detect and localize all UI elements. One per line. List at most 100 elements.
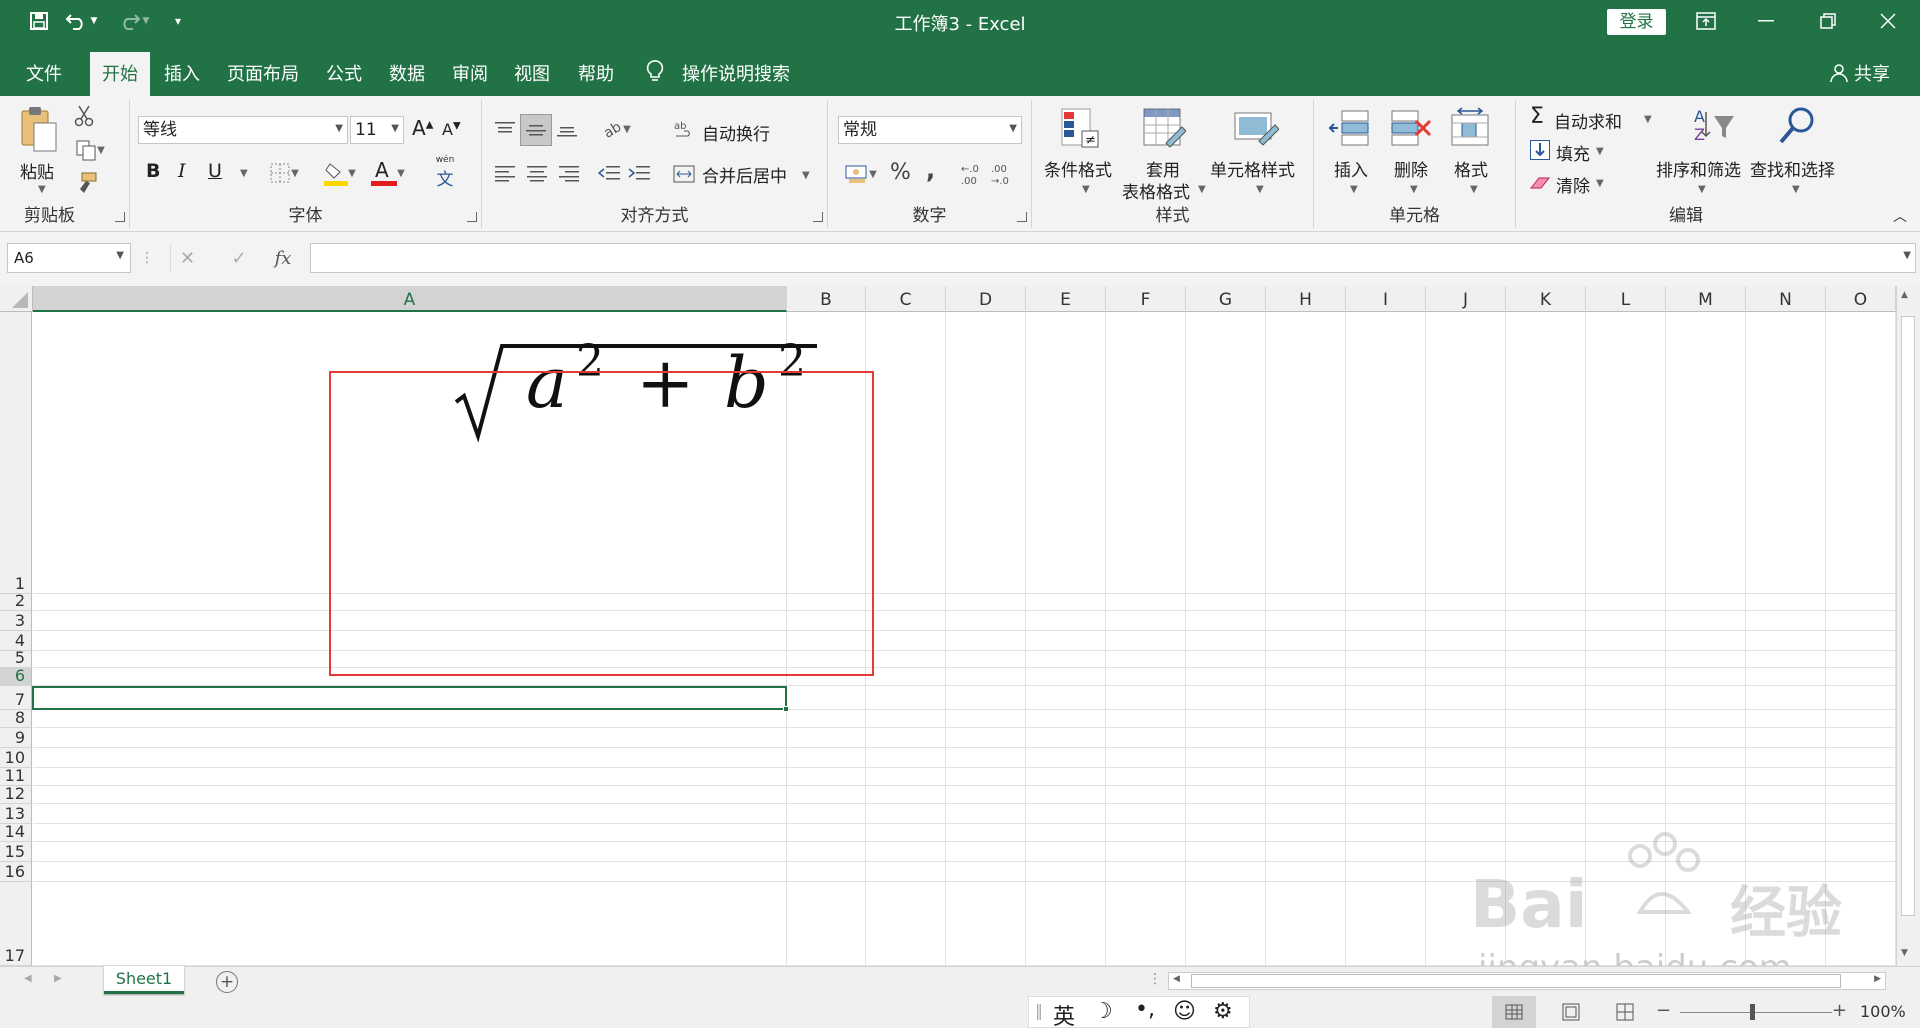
scroll-right-icon[interactable]: ▶: [1874, 974, 1881, 984]
selected-cell-A6[interactable]: [32, 686, 787, 710]
tab-help[interactable]: 帮助: [578, 60, 614, 86]
zoom-in-icon[interactable]: +: [1832, 1000, 1847, 1021]
alignment-launcher-icon[interactable]: [813, 212, 823, 222]
row-header-10[interactable]: 10: [0, 748, 32, 768]
font-color-icon[interactable]: A ▼: [366, 158, 410, 188]
column-header-G[interactable]: G: [1186, 286, 1266, 312]
delete-cells-button[interactable]: 删除: [1394, 156, 1428, 181]
clipboard-launcher-icon[interactable]: [115, 212, 125, 222]
accounting-format-icon[interactable]: ▼: [838, 160, 884, 188]
row-header-12[interactable]: 12: [0, 784, 32, 804]
format-as-table-line2[interactable]: 表格格式: [1122, 178, 1190, 203]
align-right-icon[interactable]: [556, 160, 582, 186]
column-header-B[interactable]: B: [787, 286, 866, 312]
sort-filter-icon[interactable]: AZ: [1688, 104, 1738, 150]
next-sheet-icon[interactable]: ▶: [54, 973, 62, 984]
tab-page-layout[interactable]: 页面布局: [227, 60, 299, 86]
cell-styles-button[interactable]: 单元格样式: [1210, 156, 1295, 181]
scroll-down-icon[interactable]: ▼: [1901, 948, 1908, 958]
align-middle-icon[interactable]: [520, 114, 552, 146]
row-header-14[interactable]: 14: [0, 822, 32, 842]
column-header-C[interactable]: C: [866, 286, 946, 312]
confirm-entry-icon[interactable]: ✓: [222, 244, 256, 272]
format-painter-icon[interactable]: [72, 170, 100, 196]
share-button[interactable]: 共享: [1854, 60, 1890, 86]
column-header-A[interactable]: A: [33, 286, 787, 312]
tab-formulas[interactable]: 公式: [326, 60, 362, 86]
autosum-button[interactable]: 自动求和: [1554, 108, 1622, 133]
scroll-up-icon[interactable]: ▲: [1901, 290, 1908, 300]
row-header-9[interactable]: 9: [0, 728, 32, 748]
decrease-font-button[interactable]: A▼: [442, 120, 461, 139]
zoom-slider[interactable]: [1680, 1012, 1832, 1013]
new-sheet-icon[interactable]: +: [216, 971, 238, 993]
insert-function-icon[interactable]: fx: [268, 244, 298, 272]
normal-view-icon[interactable]: [1492, 996, 1536, 1028]
decrease-decimal-icon[interactable]: .00 →.0: [988, 160, 1016, 188]
row-header-2[interactable]: 2: [0, 591, 32, 611]
conditional-formatting-icon[interactable]: ≠: [1056, 106, 1104, 150]
column-header-I[interactable]: I: [1346, 286, 1426, 312]
ime-language[interactable]: 英: [1053, 999, 1075, 1031]
column-header-L[interactable]: L: [1586, 286, 1666, 312]
cut-icon[interactable]: [72, 104, 96, 128]
restore-icon[interactable]: [1798, 6, 1858, 36]
clear-dropdown-icon[interactable]: ▼: [1596, 178, 1604, 189]
tab-home[interactable]: 开始: [90, 52, 150, 96]
minimize-icon[interactable]: [1736, 6, 1796, 36]
collapse-ribbon-icon[interactable]: ︿: [1890, 208, 1910, 225]
align-left-icon[interactable]: [492, 160, 518, 186]
scroll-left-icon[interactable]: ◀: [1173, 974, 1180, 984]
font-name-select[interactable]: 等线 ▼: [138, 116, 348, 144]
borders-icon[interactable]: ▼: [264, 160, 304, 186]
paste-dropdown-icon[interactable]: ▼: [38, 184, 46, 195]
insert-cells-icon[interactable]: [1328, 106, 1372, 150]
row-header-8[interactable]: 8: [0, 708, 32, 728]
vertical-scrollbar[interactable]: ▲ ▼: [1896, 286, 1920, 966]
column-header-K[interactable]: K: [1506, 286, 1586, 312]
column-header-F[interactable]: F: [1106, 286, 1186, 312]
formula-input[interactable]: ▼: [310, 243, 1916, 273]
column-header-D[interactable]: D: [946, 286, 1026, 312]
number-format-select[interactable]: 常规 ▼: [838, 116, 1022, 144]
page-break-view-icon[interactable]: [1610, 996, 1640, 1028]
tab-insert[interactable]: 插入: [164, 60, 200, 86]
prev-sheet-icon[interactable]: ◀: [24, 973, 32, 984]
insert-cells-button[interactable]: 插入: [1334, 156, 1368, 181]
align-center-icon[interactable]: [524, 160, 550, 186]
column-header-J[interactable]: J: [1426, 286, 1506, 312]
font-size-select[interactable]: 11 ▼: [350, 116, 404, 144]
column-header-N[interactable]: N: [1746, 286, 1826, 312]
italic-button[interactable]: I: [178, 160, 186, 182]
copy-icon[interactable]: ▼: [72, 138, 108, 162]
underline-dropdown-icon[interactable]: ▼: [240, 168, 248, 179]
horizontal-scroll-thumb[interactable]: [1191, 974, 1841, 988]
zoom-slider-thumb[interactable]: [1750, 1004, 1755, 1020]
fill-handle[interactable]: [783, 706, 789, 712]
column-header-E[interactable]: E: [1026, 286, 1106, 312]
increase-decimal-icon[interactable]: ←.0.00: [956, 160, 984, 188]
align-bottom-icon[interactable]: [554, 116, 580, 142]
row-header-7[interactable]: 7: [0, 686, 32, 710]
conditional-formatting-button[interactable]: 条件格式: [1044, 156, 1112, 181]
row-header-3[interactable]: 3: [0, 611, 32, 631]
bold-button[interactable]: B: [146, 160, 160, 182]
comma-style-button[interactable]: ,: [926, 156, 935, 184]
wrap-text-button[interactable]: 自动换行: [702, 120, 770, 145]
decrease-indent-icon[interactable]: [596, 160, 622, 186]
eraser-icon[interactable]: [1528, 174, 1552, 194]
format-cells-button[interactable]: 格式: [1454, 156, 1488, 181]
increase-font-button[interactable]: A▲: [412, 116, 433, 140]
delete-cells-icon[interactable]: [1388, 106, 1432, 150]
row-header-13[interactable]: 13: [0, 804, 32, 824]
tab-split-grip[interactable]: ⋮: [1148, 971, 1162, 987]
zoom-out-icon[interactable]: −: [1656, 1000, 1671, 1021]
sort-filter-button[interactable]: 排序和筛选: [1656, 156, 1741, 181]
tab-view[interactable]: 视图: [514, 60, 550, 86]
phonetic-guide-icon[interactable]: wén 文: [420, 154, 470, 190]
select-all-corner[interactable]: [0, 286, 33, 312]
find-select-button[interactable]: 查找和选择: [1750, 156, 1835, 181]
autosum-dropdown-icon[interactable]: ▼: [1644, 114, 1652, 125]
format-cells-icon[interactable]: [1448, 106, 1492, 150]
format-as-table-icon[interactable]: [1140, 106, 1188, 150]
